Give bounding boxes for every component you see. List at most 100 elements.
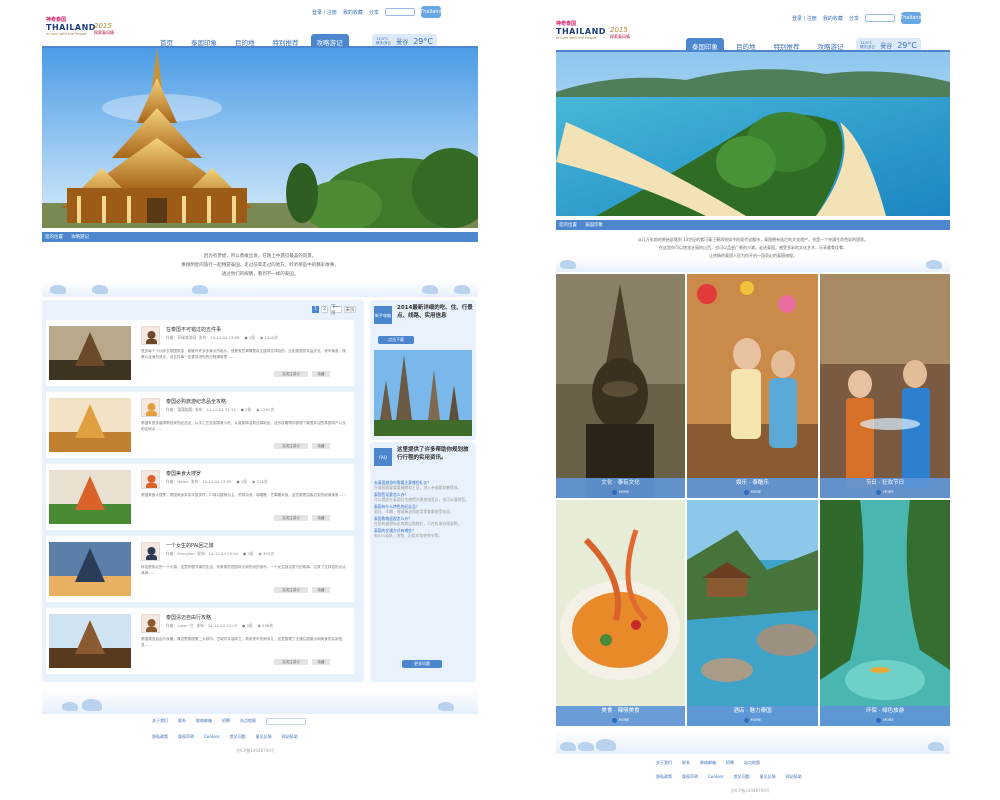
article-title[interactable]: 泰国必购旅游纪念品全攻略 — [166, 398, 226, 405]
article-title[interactable]: 一个女生的PAI回之旅 — [166, 542, 214, 549]
page-2[interactable]: 2 — [321, 306, 328, 313]
article-excerpt: 泰国清迈自由行攻略，清迈是泰国第二大城市，古城内寺庙林立，周末夜市热闹非凡，这里… — [141, 637, 343, 647]
footer-copyright-policy[interactable]: 版权声明 — [682, 774, 698, 780]
login-link[interactable]: 登录 / 注册 — [312, 9, 337, 16]
author-avatar[interactable] — [141, 326, 160, 345]
page-1[interactable]: 1 — [312, 306, 319, 313]
follow-button[interactable]: 加关注游记 — [274, 443, 308, 449]
article-author: 作者：Love一生 — [166, 623, 194, 628]
follow-button[interactable]: 加关注游记 — [274, 587, 308, 593]
last-page[interactable]: 末页 — [344, 306, 356, 313]
author-avatar[interactable] — [141, 614, 160, 633]
article-item[interactable]: 泰国清迈自由行攻略 作者：Love一生 发布：14-12-04 13:03 ● 3… — [46, 608, 354, 674]
footer-feedback[interactable]: 意见反馈 — [256, 734, 272, 740]
breadcrumb-home[interactable]: 您的位置 — [45, 234, 63, 240]
more-link[interactable]: MORE — [687, 489, 818, 495]
more-link[interactable]: MORE — [820, 717, 950, 723]
article-title[interactable]: 泰国美食大搜罗 — [166, 470, 201, 477]
article-item[interactable]: 泰国必购旅游纪念品全攻略 作者：蒲蒲聪聪 发布：14-12-04 13:14 ● … — [46, 392, 354, 458]
footer-sitemap[interactable]: 站点地图 — [240, 718, 256, 725]
article-item[interactable]: 在泰国不可错过的五件事 作者：环球旅游网 发布：14-12-04 13:06 ● … — [46, 320, 354, 386]
more-questions-button[interactable]: 更多问题 — [402, 660, 442, 668]
follow-button[interactable]: 加关注游记 — [274, 371, 308, 377]
article-thumbnail[interactable] — [49, 326, 131, 380]
more-link[interactable]: MORE — [820, 489, 950, 495]
footer-privacy[interactable]: 隐私政策 — [656, 774, 672, 780]
follow-button[interactable]: 加关注游记 — [274, 659, 308, 665]
search-input[interactable] — [864, 14, 895, 22]
footer-contact[interactable]: 联系 — [682, 760, 690, 766]
footer-contact[interactable]: 联系 — [178, 718, 186, 725]
footer-cookies[interactable]: Cookies — [204, 734, 220, 740]
favorite-button[interactable]: 收藏 — [312, 371, 330, 377]
author-avatar[interactable] — [141, 398, 160, 417]
copyright: 京ICP备14048796号 — [731, 788, 770, 793]
favorite-button[interactable]: 收藏 — [312, 659, 330, 665]
copyright: 京ICP备14048796号 — [236, 748, 275, 753]
breadcrumb: 您的位置 泰国印象 — [556, 220, 950, 230]
footer-about[interactable]: 关于我们 — [152, 718, 168, 725]
footer-faq[interactable]: 常见问题 — [734, 774, 750, 780]
tile-culture[interactable]: 文化 · 泰有文化 MORE — [556, 274, 685, 498]
footer-help[interactable]: 网站帮助 — [282, 734, 298, 740]
login-link[interactable]: 登录 / 注册 — [792, 15, 817, 22]
article-title[interactable]: 泰国清迈自由行攻略 — [166, 614, 211, 621]
tile-caption: 娱乐 · 泰酷乐 MORE — [687, 478, 818, 498]
tile-entertainment[interactable]: 娱乐 · 泰酷乐 MORE — [687, 274, 818, 498]
footer-sitemap[interactable]: 站点地图 — [744, 760, 760, 766]
article-thumbnail[interactable] — [49, 614, 131, 668]
share-link[interactable]: 分享 — [849, 15, 859, 22]
author-avatar[interactable] — [141, 470, 160, 489]
footer-cookies[interactable]: Cookies — [708, 774, 724, 780]
breadcrumb-current[interactable]: 攻略游记 — [71, 234, 89, 240]
faq-tag: FAQ — [374, 448, 392, 466]
favorite-link[interactable]: 我的收藏 — [343, 9, 363, 16]
tile-eco[interactable]: 环保 · 绿色旅游 MORE — [820, 500, 950, 726]
more-link[interactable]: MORE — [687, 717, 818, 723]
tile-hotel[interactable]: 酒店 · 魅力泰国 MORE — [687, 500, 818, 726]
favorite-button[interactable]: 收藏 — [312, 515, 330, 521]
more-link[interactable]: MORE — [556, 489, 685, 495]
next-page[interactable]: 下一页 — [330, 305, 342, 316]
breadcrumb: 您的位置 攻略游记 — [42, 232, 478, 242]
footer-copyright-policy[interactable]: 版权声明 — [178, 734, 194, 740]
footer-help[interactable]: 网站帮助 — [786, 774, 802, 780]
share-link[interactable]: 分享 — [369, 9, 379, 16]
article-item[interactable]: 泰国美食大搜罗 作者：Helen 发布：14-12-04 13:05 ● 3条 ◉… — [46, 464, 354, 530]
article-title[interactable]: 在泰国不可错过的五件事 — [166, 326, 221, 333]
breadcrumb-current[interactable]: 泰国印象 — [585, 222, 603, 228]
download-button[interactable]: 点击下载 — [378, 336, 414, 344]
more-link[interactable]: MORE — [556, 717, 685, 723]
author-avatar[interactable] — [141, 542, 160, 561]
footer-email[interactable]: 联络邮箱 — [700, 760, 716, 766]
elephant-icon — [454, 285, 470, 294]
tile-food[interactable]: 美食 · 辣够美食 MORE — [556, 500, 685, 726]
breadcrumb-home[interactable]: 您的位置 — [559, 222, 577, 228]
footer-feedback[interactable]: 意见反馈 — [760, 774, 776, 780]
pagination: 1 2 下一页 末页 — [312, 305, 356, 316]
article-item[interactable]: 一个女生的PAI回之旅 作者：Fennyfen 发布：14-12-04 13:04… — [46, 536, 354, 602]
article-thumbnail[interactable] — [49, 470, 131, 524]
favorite-button[interactable]: 收藏 — [312, 443, 330, 449]
article-thumbnail[interactable] — [49, 542, 131, 596]
favorite-link[interactable]: 我的收藏 — [823, 15, 843, 22]
thailand-badge[interactable]: Thailand — [900, 12, 922, 24]
article-thumbnail[interactable] — [49, 398, 131, 452]
favorite-button[interactable]: 收藏 — [312, 587, 330, 593]
site-logo[interactable]: 神奇泰国 THAILAND In tune with the People — [556, 20, 605, 46]
site-logo[interactable]: 神奇泰国 THAILAND In tune with the People — [46, 16, 95, 42]
footer-jobs[interactable]: 招聘 — [222, 718, 230, 725]
footer-search-input[interactable] — [266, 718, 306, 725]
footer-email[interactable]: 联络邮箱 — [196, 718, 212, 725]
footer-faq[interactable]: 常见问题 — [230, 734, 246, 740]
elephant-icon — [560, 260, 576, 269]
footer-jobs[interactable]: 招聘 — [726, 760, 734, 766]
thailand-badge[interactable]: Thailand — [420, 6, 442, 18]
footer-about[interactable]: 关于我们 — [656, 760, 672, 766]
footer-privacy[interactable]: 隐私政策 — [152, 734, 168, 740]
more-dot-icon — [743, 717, 749, 723]
intro-text: 因为有梦想，所以勇敢出发，在路上中遇见最美的风景。 惠顾明星的旅行一起畅游泰国，… — [82, 252, 438, 279]
tile-festival[interactable]: 节日 · 狂欢节日 MORE — [820, 274, 950, 498]
follow-button[interactable]: 加关注游记 — [274, 515, 308, 521]
search-input[interactable] — [384, 8, 415, 16]
